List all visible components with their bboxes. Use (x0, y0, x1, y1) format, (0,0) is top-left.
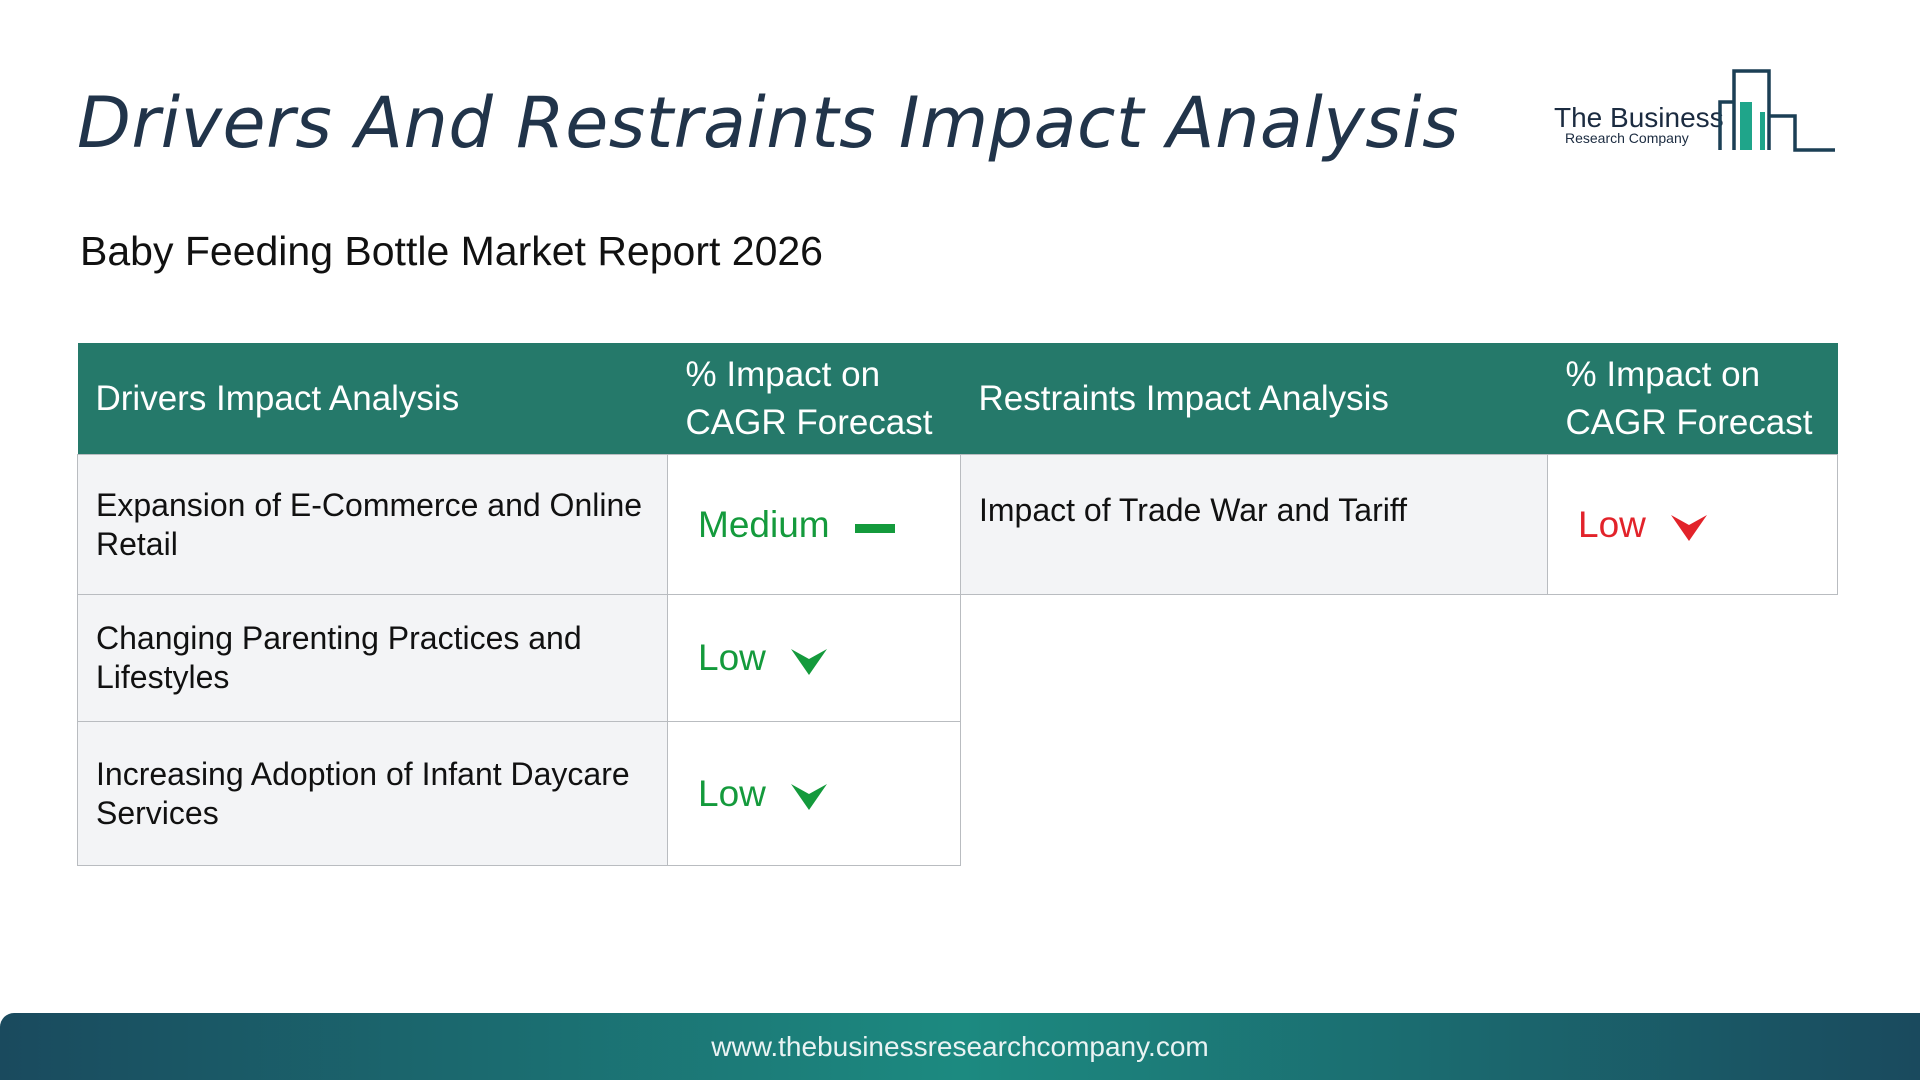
impact-header: % Impact on CAGR Forecast (667, 343, 961, 455)
footer-url[interactable]: www.thebusinessresearchcompany.com (0, 1031, 1920, 1063)
impact-level: Low (698, 637, 766, 678)
table-header-row: Restraints Impact Analysis % Impact on C… (960, 343, 1838, 455)
building-chart-icon (1718, 69, 1835, 152)
table-row: Impact of Trade War and Tariff Low (960, 454, 1838, 595)
company-logo: The Business Research Company (1552, 66, 1838, 156)
impact-level: Medium (698, 503, 830, 545)
table-row: Changing Parenting Practices and Lifesty… (77, 594, 961, 722)
impact-cell: Low (667, 594, 961, 722)
arrow-down-icon (790, 784, 827, 811)
impact-level: Low (698, 772, 766, 814)
restraint-factor: Impact of Trade War and Tariff (960, 454, 1548, 595)
table-row: Expansion of E-Commerce and Online Retai… (77, 454, 961, 595)
impact-cell: Low (667, 721, 961, 866)
driver-factor: Expansion of E-Commerce and Online Retai… (77, 454, 668, 595)
impact-level: Low (1578, 503, 1646, 545)
table-header-row: Drivers Impact Analysis % Impact on CAGR… (77, 343, 961, 455)
impact-cell: Medium (667, 454, 961, 595)
driver-factor: Changing Parenting Practices and Lifesty… (77, 594, 668, 722)
restraints-header: Restraints Impact Analysis (960, 343, 1548, 455)
table-row: Increasing Adoption of Infant Daycare Se… (77, 721, 961, 866)
impact-cell: Low (1547, 454, 1838, 595)
restraints-table: Restraints Impact Analysis % Impact on C… (960, 343, 1838, 595)
arrow-down-icon (1670, 515, 1707, 542)
drivers-table: Drivers Impact Analysis % Impact on CAGR… (77, 343, 961, 866)
page-title: Drivers And Restraints Impact Analysis (77, 82, 1460, 164)
arrow-down-icon (790, 648, 827, 675)
footer-bar: www.thebusinessresearchcompany.com (0, 1013, 1920, 1080)
report-subtitle: Baby Feeding Bottle Market Report 2026 (80, 228, 823, 274)
dash-icon (854, 524, 895, 534)
impact-header: % Impact on CAGR Forecast (1547, 343, 1838, 455)
driver-factor: Increasing Adoption of Infant Daycare Se… (77, 721, 668, 866)
drivers-header: Drivers Impact Analysis (77, 343, 668, 455)
